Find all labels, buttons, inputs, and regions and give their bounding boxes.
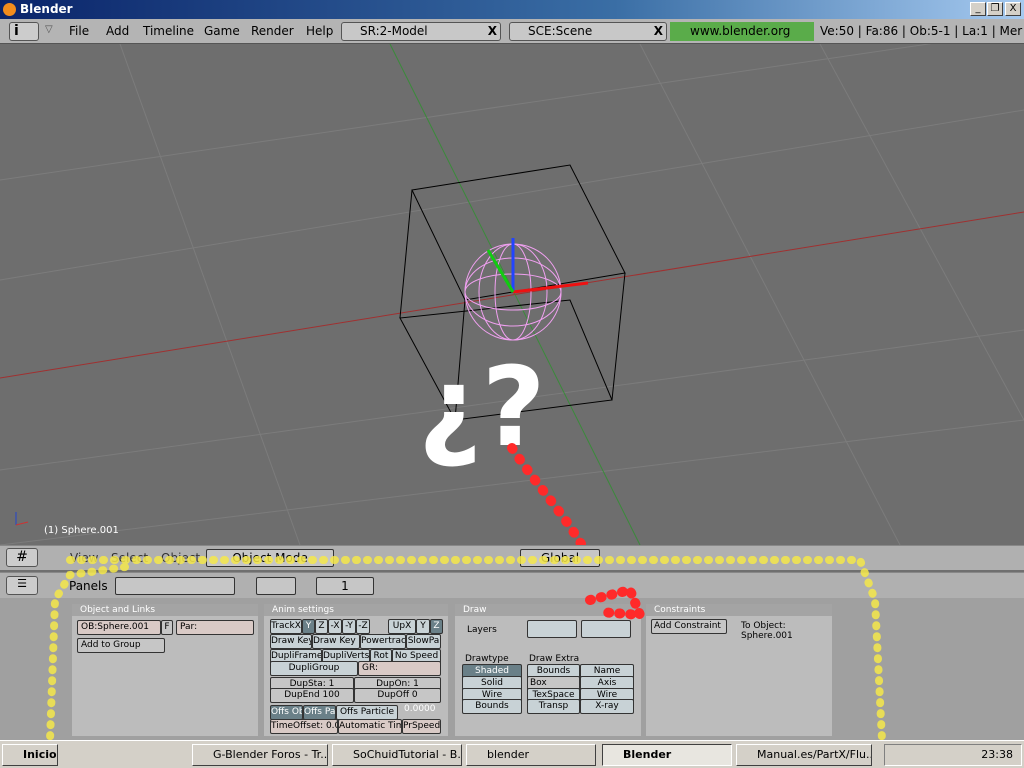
menu-timeline[interactable]: Timeline: [143, 24, 194, 38]
offs-ob-button[interactable]: Offs Ob: [270, 705, 303, 720]
extra-transp[interactable]: Transp: [527, 699, 580, 714]
menu-game[interactable]: Game: [204, 24, 240, 38]
drawtype-bounds[interactable]: Bounds: [462, 699, 522, 714]
offs-par-button[interactable]: Offs Par: [303, 705, 336, 720]
subcontext-buttons[interactable]: [256, 577, 296, 595]
delete-scene-icon[interactable]: X: [654, 23, 663, 40]
fake-user-button[interactable]: F: [161, 620, 173, 635]
draw-key-sel-button[interactable]: Draw Key S: [312, 634, 360, 649]
screen-selector[interactable]: SR:2-Model X: [341, 22, 501, 41]
3d-viewport[interactable]: ¿? (1) Sphere.001: [0, 44, 1024, 545]
active-object-label: (1) Sphere.001: [44, 525, 119, 536]
dup-end-field[interactable]: DupEnd 100: [270, 688, 354, 703]
taskbar-item[interactable]: SoChuidTutorial - B...: [332, 744, 462, 766]
layers-grid-2[interactable]: [581, 620, 631, 638]
x-manipulator-arrow[interactable]: [512, 281, 589, 294]
scene-stats: Ve:50 | Fa:86 | Ob:5-1 | La:1 | Mer: [820, 24, 1023, 38]
taskbar-item[interactable]: G-Blender Foros - Tr...: [192, 744, 328, 766]
layers-grid-1[interactable]: [527, 620, 577, 638]
track-neg-y-button[interactable]: -Y: [342, 619, 356, 634]
screen-name: SR:2-Model: [360, 24, 428, 38]
drawtype-label: Drawtype: [465, 654, 509, 664]
context-buttons[interactable]: [115, 577, 235, 595]
panels-label: Panels: [69, 579, 108, 593]
powertrack-button[interactable]: Powertrack: [360, 634, 406, 649]
frame-field[interactable]: 1: [316, 577, 374, 595]
slow-par-button[interactable]: SlowPa: [406, 634, 441, 649]
extra-xray[interactable]: X-ray: [580, 699, 634, 714]
panel-object-links: Object and Links OB:Sphere.001 F Par: Ad…: [72, 604, 258, 736]
title-bar: Blender: [0, 0, 1024, 19]
axis-gizmo: [15, 512, 29, 526]
panel-title: Draw: [455, 604, 641, 616]
question-overlay: ¿?: [418, 343, 546, 471]
track-neg-x-button[interactable]: -X: [328, 619, 342, 634]
scene-name: SCE:Scene: [528, 24, 593, 38]
menu-add[interactable]: Add: [106, 24, 129, 38]
add-to-group-button[interactable]: Add to Group: [77, 638, 165, 653]
panel-anim-settings: Anim settings TrackX Y Z -X -Y -Z UpX Y …: [264, 604, 448, 736]
minimize-button[interactable]: _: [970, 2, 986, 16]
track-y-button[interactable]: Y: [302, 619, 315, 634]
dupligroup-button[interactable]: DupliGroup: [270, 661, 358, 676]
parent-field[interactable]: Par:: [176, 620, 254, 635]
layers-label: Layers: [467, 625, 497, 635]
track-x-button[interactable]: TrackX: [270, 619, 302, 634]
buttons-editor-icon[interactable]: ☰: [6, 576, 38, 595]
menu-object[interactable]: Object: [161, 551, 200, 565]
offs-particle-button[interactable]: Offs Particle: [336, 705, 398, 720]
track-z-button[interactable]: Z: [315, 619, 328, 634]
info-icon[interactable]: i: [9, 22, 39, 41]
draw-key-button[interactable]: Draw Key: [270, 634, 312, 649]
taskbar-item-active[interactable]: Blender: [602, 744, 732, 766]
taskbar-item[interactable]: blender: [466, 744, 596, 766]
panel-draw: Draw Layers Drawtype Draw Extra Shaded S…: [455, 604, 641, 736]
constraint-target-label: To Object: Sphere.001: [741, 621, 793, 641]
up-y-button[interactable]: Y: [416, 619, 430, 634]
menu-select[interactable]: Select: [111, 551, 148, 565]
window-title: Blender: [20, 2, 73, 16]
add-constraint-button[interactable]: Add Constraint: [651, 619, 727, 634]
taskbar-item[interactable]: Manual.es/PartX/Flu...: [736, 744, 872, 766]
offset-value: 0.0000: [404, 704, 436, 714]
up-x-button[interactable]: UpX: [388, 619, 416, 634]
group-field[interactable]: GR:: [358, 661, 441, 676]
system-tray: 23:38: [884, 744, 1022, 766]
dup-off-field[interactable]: DupOff 0: [354, 688, 441, 703]
clock: 23:38: [981, 748, 1013, 761]
scene-selector[interactable]: SCE:Scene X: [509, 22, 667, 41]
track-neg-z-button[interactable]: -Z: [356, 619, 370, 634]
collapse-triangle-icon[interactable]: ▽: [45, 24, 53, 35]
up-z-button[interactable]: Z: [430, 619, 443, 634]
menu-help[interactable]: Help: [306, 24, 333, 38]
panel-title: Constraints: [646, 604, 832, 616]
object-name-field[interactable]: OB:Sphere.001: [77, 620, 161, 635]
draw-extra-label: Draw Extra: [529, 654, 580, 664]
windows-taskbar: Inicio G-Blender Foros - Tr... SoChuidTu…: [0, 740, 1024, 768]
blender-logo-icon: [3, 3, 16, 16]
panel-constraints: Constraints Add Constraint To Object: Sp…: [646, 604, 832, 736]
time-offset-field[interactable]: TimeOffset: 0.00: [270, 719, 338, 734]
delete-screen-icon[interactable]: X: [488, 23, 497, 40]
viewport-scene: ¿? (1) Sphere.001: [0, 44, 1024, 545]
start-button[interactable]: Inicio: [2, 744, 58, 766]
grid-editor-icon[interactable]: #: [6, 548, 38, 567]
3d-view-header: [0, 545, 1024, 570]
automatic-time-button[interactable]: Automatic Time: [338, 719, 402, 734]
panel-title: Anim settings: [264, 604, 448, 616]
orientation-selector[interactable]: Global: [520, 549, 600, 567]
mode-selector[interactable]: Object Mode: [206, 549, 334, 567]
close-button[interactable]: X: [1005, 2, 1021, 16]
maximize-button[interactable]: ❐: [987, 2, 1003, 16]
menu-file[interactable]: File: [69, 24, 89, 38]
prspeed-button[interactable]: PrSpeed: [402, 719, 441, 734]
menu-view[interactable]: View: [70, 551, 98, 565]
menu-render[interactable]: Render: [251, 24, 294, 38]
panel-title: Object and Links: [72, 604, 258, 616]
blender-version-info: www.blender.org 242: [670, 22, 814, 57]
